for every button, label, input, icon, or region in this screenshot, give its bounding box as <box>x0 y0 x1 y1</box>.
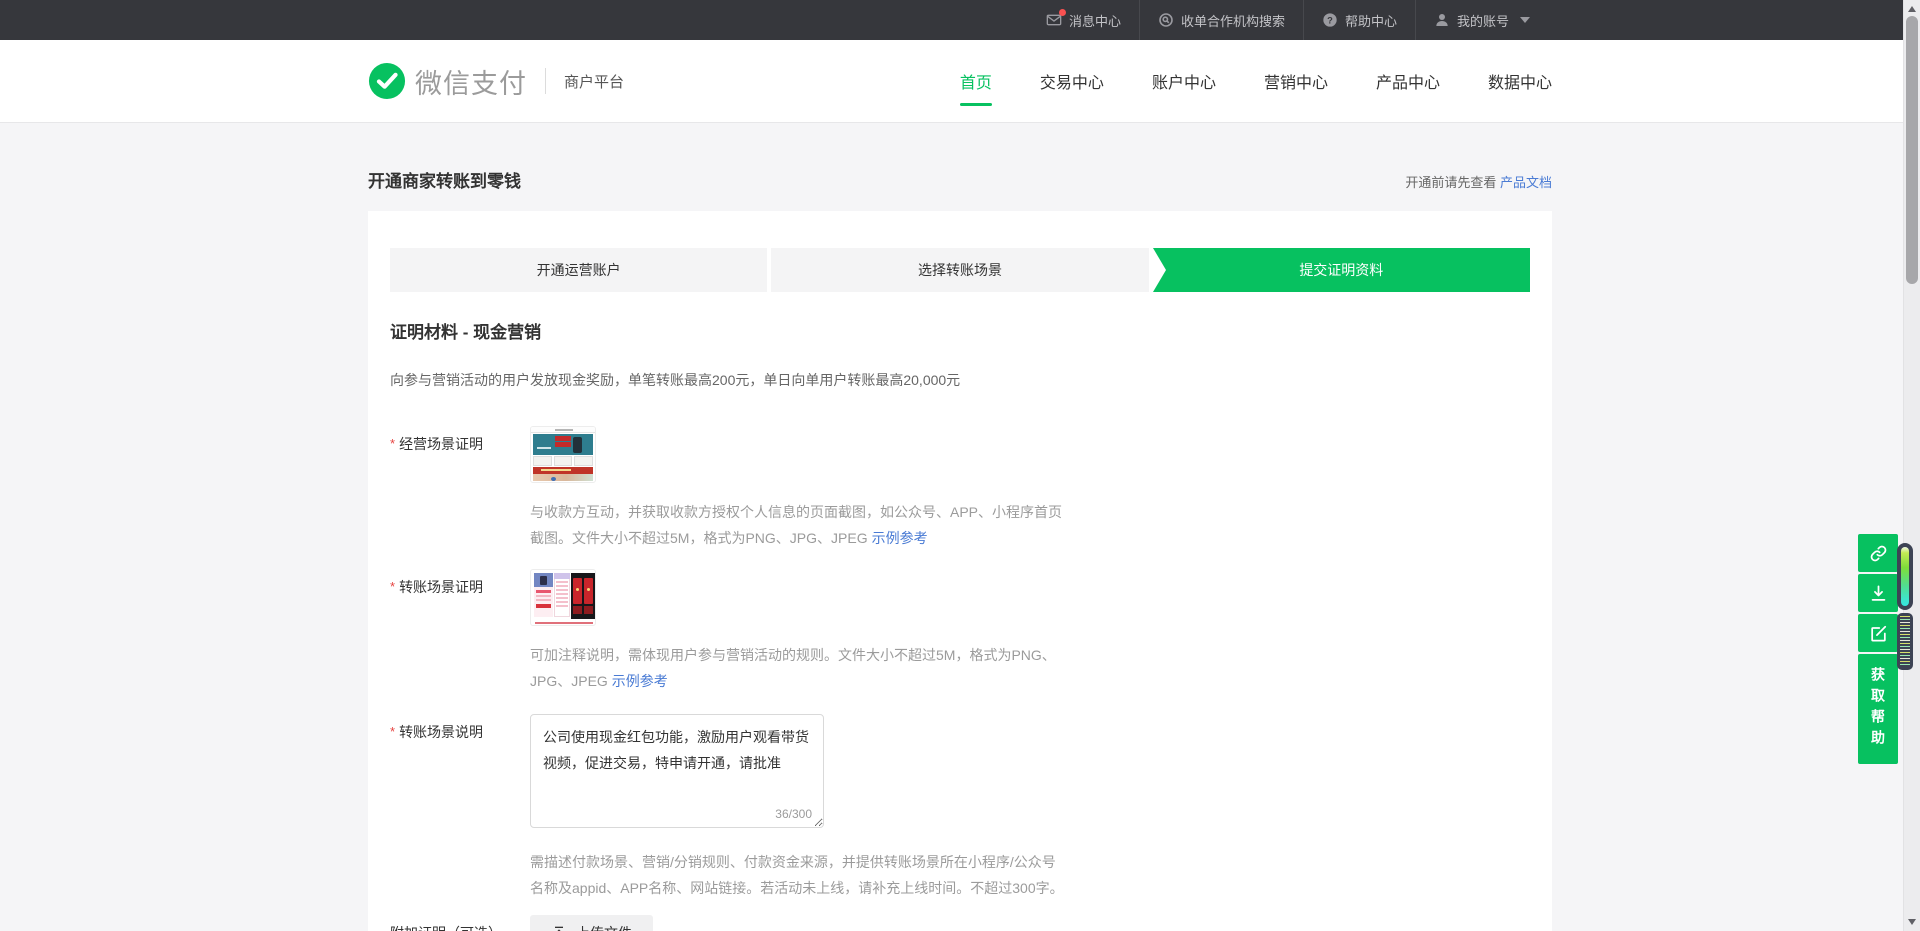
get-help-button[interactable]: 获取帮助 <box>1858 654 1898 764</box>
step-submit-proof-active: 提交证明资料 <box>1153 248 1530 292</box>
help-body: 可加注释说明，需体现用户参与营销活动的规则。文件大小不超过5M，格式为PNG、J… <box>530 647 1056 689</box>
topbar-account-label: 我的账号 <box>1457 11 1509 30</box>
nav-item-product-center[interactable]: 产品中心 <box>1376 40 1440 122</box>
section-description: 向参与营销活动的用户发放现金奖励，单笔转账最高200元，单日向单用户转账最高20… <box>390 370 1530 390</box>
download-button[interactable] <box>1858 574 1898 612</box>
step-label: 提交证明资料 <box>1299 260 1383 280</box>
nav-item-data-center[interactable]: 数据中心 <box>1488 40 1552 122</box>
required-asterisk: * <box>390 724 395 739</box>
extension-minimap-marker <box>1897 613 1913 670</box>
nav-item-marketing-center[interactable]: 营销中心 <box>1264 40 1328 122</box>
scrollbar-thumb[interactable] <box>1906 16 1918 284</box>
scrollbar-up-arrow[interactable] <box>1908 6 1916 12</box>
form-row-transfer-desc: * 转账场景说明 公司使用现金红包功能，激励用户观看带货视频，促进交易，特申请开通… <box>390 714 1530 901</box>
transfer-scene-example-link[interactable]: 示例参考 <box>612 673 668 689</box>
transfer-desc-textarea[interactable]: 公司使用现金红包功能，激励用户观看带货视频，促进交易，特申请开通，请批准 <box>530 714 824 828</box>
business-scene-thumbnail[interactable] <box>530 426 596 483</box>
unread-badge <box>1059 9 1066 16</box>
topbar-acquiring-search[interactable]: 收单合作机构搜索 <box>1140 0 1303 40</box>
form-row-extra-proof: 附加证明（可选） 上传文件 <box>390 915 1530 931</box>
transfer-scene-help: 可加注释说明，需体现用户参与营销活动的规则。文件大小不超过5M，格式为PNG、J… <box>530 642 1067 694</box>
nav-item-account-center[interactable]: 账户中心 <box>1152 40 1216 122</box>
nav-item-transaction-center[interactable]: 交易中心 <box>1040 40 1104 122</box>
step-label: 开通运营账户 <box>537 260 621 280</box>
business-scene-help: 与收款方互动，并获取收款方授权个人信息的页面截图，如公众号、APP、小程序首页截… <box>530 499 1067 551</box>
transfer-desc-help: 需描述付款场景、营销/分销规则、付款资金来源，并提供转账场景所在小程序/公众号名… <box>530 849 1067 901</box>
topbar-message-center[interactable]: 消息中心 <box>1028 0 1139 40</box>
logo-separator <box>545 68 546 94</box>
transfer-scene-label: * 转账场景证明 <box>390 569 530 694</box>
user-icon <box>1434 12 1450 28</box>
form-row-transfer-scene: * 转账场景证明 可加注释说明，需体现用户参与营销活动的规则。文件大小不超过5M，… <box>390 569 1530 694</box>
extension-scroll-marker <box>1897 543 1913 610</box>
help-body: 与收款方互动，并获取收款方授权个人信息的页面截图，如公众号、APP、小程序首页截… <box>530 504 1062 546</box>
scrollbar[interactable] <box>1903 0 1920 931</box>
svg-text:?: ? <box>1327 15 1333 25</box>
wechat-pay-logo[interactable]: 微信支付 商户平台 <box>368 62 624 101</box>
scrollbar-down-arrow[interactable] <box>1908 919 1916 925</box>
float-panel: 获取帮助 <box>1858 534 1898 764</box>
header: 微信支付 商户平台 首页 交易中心 账户中心 营销中心 产品中心 数据中心 <box>0 40 1920 123</box>
topbar-help-label: 帮助中心 <box>1345 11 1397 30</box>
link-icon <box>1869 544 1888 563</box>
business-scene-label: * 经营场景证明 <box>390 426 530 551</box>
step-choose-transfer-scene: 选择转账场景 <box>771 248 1148 292</box>
feedback-button[interactable] <box>1858 614 1898 652</box>
question-circle-icon: ? <box>1322 12 1338 28</box>
label-text: 转账场景证明 <box>399 579 483 595</box>
topbar: 消息中心 收单合作机构搜索 ? 帮助中心 我的账号 <box>0 0 1920 40</box>
content-card: 开通运营账户 选择转账场景 提交证明资料 证明材料 - 现金营销 向参与营销活动… <box>368 211 1552 931</box>
share-link-button[interactable] <box>1858 534 1898 572</box>
upload-icon <box>551 925 567 931</box>
business-scene-example-link[interactable]: 示例参考 <box>872 530 928 546</box>
transfer-scene-thumbnail[interactable] <box>530 569 596 626</box>
platform-label: 商户平台 <box>564 71 624 92</box>
stepper: 开通运营账户 选择转账场景 提交证明资料 <box>390 248 1530 292</box>
page-head: 开通商家转账到零钱 开通前请先查看 产品文档 <box>368 167 1552 192</box>
topbar-acquiring-label: 收单合作机构搜索 <box>1181 11 1285 30</box>
transfer-desc-label: * 转账场景说明 <box>390 714 530 901</box>
chevron-down-icon <box>1520 17 1530 23</box>
product-doc-link[interactable]: 产品文档 <box>1500 175 1552 190</box>
upload-file-button[interactable]: 上传文件 <box>530 915 653 931</box>
extra-proof-label: 附加证明（可选） <box>390 915 530 931</box>
nav-item-home[interactable]: 首页 <box>960 40 992 122</box>
label-text: 经营场景证明 <box>399 436 483 452</box>
form-row-business-scene: * 经营场景证明 与收款方互动，并获取收款方授权个人信息的页面截图，如公众号、AP… <box>390 426 1530 551</box>
proof-form: * 经营场景证明 与收款方互动，并获取收款方授权个人信息的页面截图，如公众号、AP… <box>390 426 1530 931</box>
edit-icon <box>1869 624 1888 643</box>
doc-hint-text: 开通前请先查看 <box>1405 175 1496 190</box>
topbar-message-label: 消息中心 <box>1069 11 1121 30</box>
topbar-help-center[interactable]: ? 帮助中心 <box>1304 0 1415 40</box>
main-nav: 首页 交易中心 账户中心 营销中心 产品中心 数据中心 <box>960 40 1552 122</box>
download-icon <box>1869 584 1888 603</box>
doc-hint: 开通前请先查看 产品文档 <box>1405 172 1552 191</box>
mail-icon <box>1046 12 1062 28</box>
page-title: 开通商家转账到零钱 <box>368 167 521 192</box>
required-asterisk: * <box>390 436 395 451</box>
get-help-label: 获取帮助 <box>1868 667 1888 751</box>
wechat-pay-logo-icon <box>368 62 406 100</box>
upload-button-label: 上传文件 <box>576 923 632 931</box>
section-title: 证明材料 - 现金营销 <box>390 322 1530 344</box>
step-label: 选择转账场景 <box>918 260 1002 280</box>
topbar-my-account[interactable]: 我的账号 <box>1416 0 1548 40</box>
logo-text: 微信支付 <box>415 62 527 101</box>
step-open-operating-account: 开通运营账户 <box>390 248 767 292</box>
label-text: 转账场景说明 <box>399 724 483 740</box>
search-circle-icon <box>1158 12 1174 28</box>
required-asterisk: * <box>390 579 395 594</box>
